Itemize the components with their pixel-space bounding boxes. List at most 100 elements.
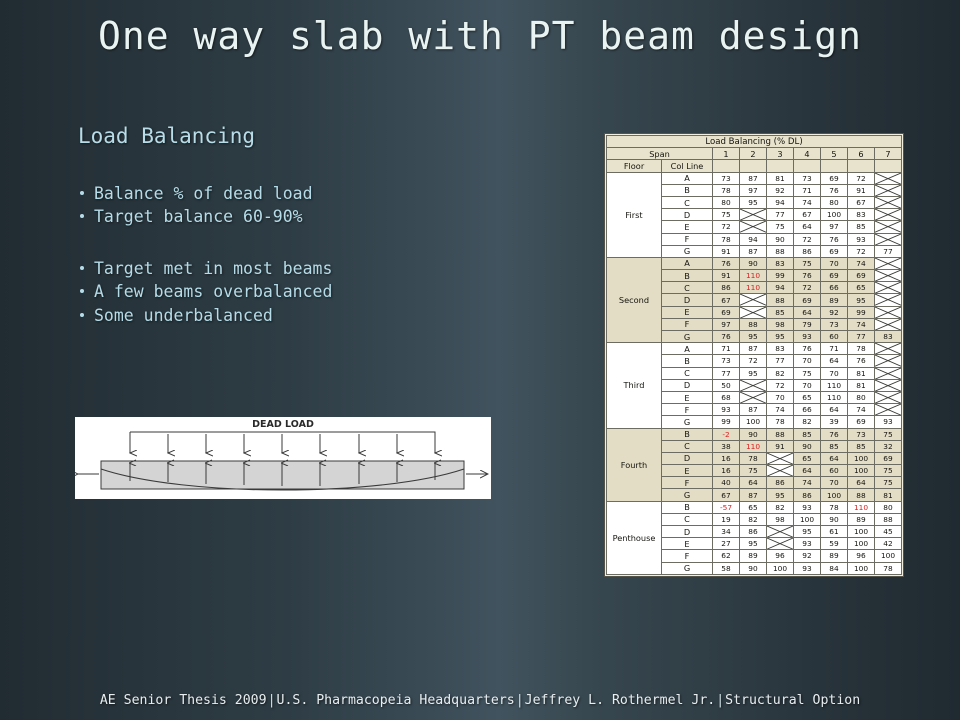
crossed-out-marker [767,465,793,476]
page-title: One way slab with PT beam design [97,14,863,58]
value-cell: 67 [793,208,821,222]
value-cell: 88 [766,244,794,258]
bullet-dot-icon [80,214,84,219]
value-cell: 69 [820,171,848,185]
value-cell: 75 [874,464,902,478]
crossed-out-marker [767,526,793,537]
value-cell: 80 [820,195,848,210]
value-cell: 95 [739,366,767,380]
value-cell: 69 [712,305,740,319]
value-cell: 86 [793,244,821,258]
value-cell: 87 [739,488,767,502]
col-line-cell: C [661,281,713,295]
bullet-list-primary: Balance % of dead load Target balance 60-… [78,182,548,229]
bullet-list-secondary: Target met in most beams A few beams over… [78,257,548,327]
value-cell: 75 [874,476,902,490]
value-cell: 86 [766,476,794,490]
value-cell: 70 [793,378,821,392]
crossed-out-marker [875,294,901,305]
table-title-row: Load Balancing (% DL) [606,134,902,149]
bullet-label: Some underbalanced [94,305,273,325]
col-line-cell: B [661,427,713,441]
bullet-dot-icon [80,191,84,195]
value-cell: 91 [712,269,740,283]
value-cell: 64 [820,451,848,466]
value-cell: 73 [712,171,740,185]
value-cell: 86 [739,524,767,539]
value-cell-crossed [874,281,902,295]
value-cell: 89 [820,293,848,307]
col-line-cell: B [661,269,713,283]
value-cell: 69 [847,415,875,429]
span-number-header: 4 [793,147,821,161]
value-cell: 97 [739,183,767,197]
value-cell: 70 [820,366,848,380]
value-cell: 96 [766,549,794,563]
value-cell: 76 [820,183,848,197]
footer-item: Structural Option [725,693,861,708]
value-cell: 85 [847,439,875,453]
value-cell: 83 [766,342,794,356]
footer-item: U.S. Pharmacopeia Headquarters [276,693,515,708]
value-cell: 100 [820,208,848,222]
value-cell: 88 [766,427,794,441]
value-cell: 72 [793,232,821,246]
value-cell: 77 [712,366,740,380]
value-cell: 80 [874,500,902,514]
value-cell: 96 [847,549,875,563]
value-cell: 65 [739,500,767,514]
col-line-cell: E [661,390,713,405]
value-cell-crossed [766,537,794,551]
value-cell: 95 [739,195,767,210]
col-line-cell: A [661,342,713,356]
col-line-cell: F [661,232,713,246]
value-cell: 88 [874,512,902,527]
col-line-cell: G [661,415,713,429]
value-cell: 99 [712,415,740,429]
bullet-label: Balance % of dead load [94,184,313,203]
value-cell: 84 [820,561,848,575]
table-title: Load Balancing (% DL) [606,134,902,149]
crossed-out-marker [767,453,793,464]
crossed-out-marker [767,538,793,549]
crossed-out-marker [875,368,901,379]
value-cell: 93 [874,415,902,429]
crossed-out-marker [875,234,901,245]
value-cell: 76 [793,269,821,283]
value-cell: 60 [820,464,848,478]
value-cell: 80 [847,390,875,405]
value-cell: 97 [712,317,740,332]
value-cell: 89 [820,549,848,563]
value-cell: 70 [766,390,794,405]
value-cell: 75 [793,256,821,271]
value-cell: 72 [847,171,875,185]
value-cell-crossed [874,354,902,368]
value-cell: 69 [874,451,902,466]
value-cell: 94 [766,281,794,295]
crossed-out-marker [740,221,766,232]
col-line-cell: F [661,317,713,332]
footer-item: Jeffrey L. Rothermel Jr. [524,693,716,708]
bullet-dot-icon [80,312,84,317]
value-cell: 68 [712,390,740,405]
value-cell-crossed [874,403,902,417]
value-cell: 39 [820,415,848,429]
footer-separator: | [716,693,725,708]
crossed-out-marker [740,209,766,220]
crossed-out-marker [875,258,901,269]
value-cell: 92 [820,305,848,319]
value-cell: 64 [847,476,875,490]
value-cell: 93 [793,561,821,575]
value-cell: 74 [847,403,875,417]
value-cell-crossed [874,269,902,283]
span-spacer-cell [820,159,848,173]
table-body: First A 73 87 81 73 69 72 B 78 97 92 71 76 91 C 80 95 94 74… [606,171,902,575]
value-cell-crossed [874,366,902,380]
col-line-cell: G [661,561,713,575]
value-cell: 64 [793,464,821,478]
bullet-item: Some underbalanced [78,304,548,327]
value-cell: 87 [739,342,767,356]
value-cell-crossed [874,317,902,332]
value-cell: 70 [820,256,848,271]
value-cell: 70 [793,354,821,368]
